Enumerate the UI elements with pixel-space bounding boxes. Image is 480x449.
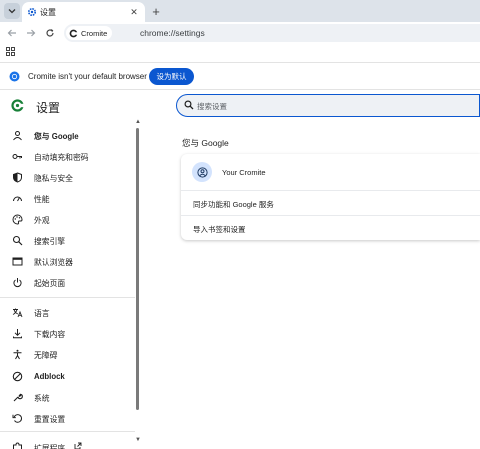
- reload-icon[interactable]: [42, 25, 58, 41]
- scroll-down-arrow-icon[interactable]: ▼: [134, 437, 142, 443]
- tab-strip: 设置 ✕ +: [0, 0, 480, 22]
- sidebar-item-label: 扩展程序: [34, 444, 66, 449]
- sidebar-item-on-startup[interactable]: 起始页面: [0, 272, 135, 293]
- tab-title: 设置: [40, 8, 56, 17]
- sidebar-item-label: 自动填充和密码: [34, 153, 89, 162]
- set-default-button[interactable]: 设为默认: [149, 68, 194, 85]
- address-bar[interactable]: Cromite chrome://settings: [64, 24, 480, 42]
- section-title: 您与 Google: [182, 138, 229, 148]
- gear-icon: [27, 7, 37, 17]
- url-text[interactable]: chrome://settings: [140, 28, 205, 38]
- sidebar-item-label: 起始页面: [34, 279, 66, 288]
- account-row[interactable]: Your Cromite: [181, 154, 480, 190]
- sidebar-item-search-engine[interactable]: 搜索引擎: [0, 230, 135, 251]
- sync-services-label: 同步功能和 Google 服务: [193, 200, 274, 209]
- sidebar-divider: [0, 431, 135, 432]
- sidebar-item-label: Adblock: [34, 372, 65, 381]
- sidebar-item-system[interactable]: 系统: [0, 387, 135, 408]
- cromite-logo-icon: [69, 29, 78, 38]
- download-icon: [12, 328, 23, 339]
- sidebar-item-label: 您与 Google: [34, 132, 79, 141]
- palette-icon: [12, 214, 23, 225]
- sidebar-item-label: 搜索引擎: [34, 237, 66, 246]
- new-tab-button[interactable]: +: [148, 3, 164, 19]
- sidebar-item-privacy[interactable]: 隐私与安全: [0, 167, 135, 188]
- wrench-icon: [12, 392, 23, 403]
- tab-settings[interactable]: 设置 ✕: [22, 2, 145, 22]
- arrow-left-icon[interactable]: [4, 25, 20, 41]
- site-info-chip[interactable]: Cromite: [66, 26, 113, 40]
- sidebar-item-label: 系统: [34, 394, 50, 403]
- sidebar-item-languages[interactable]: 语言: [0, 302, 135, 323]
- google-account-card: Your Cromite 同步功能和 Google 服务 导入书签和设置: [181, 154, 480, 240]
- browser-window-icon: [12, 256, 23, 267]
- sidebar-item-performance[interactable]: 性能: [0, 188, 135, 209]
- sidebar-item-label: 下载内容: [34, 330, 66, 339]
- sidebar-item-label: 重置设置: [34, 415, 66, 424]
- sidebar-item-label: 默认浏览器: [34, 258, 73, 267]
- sidebar-item-label: 语言: [34, 309, 50, 318]
- settings-logo-icon: [11, 99, 24, 112]
- sidebar-divider: [0, 297, 135, 298]
- scroll-up-arrow-icon[interactable]: ▲: [134, 119, 142, 125]
- sidebar-item-label: 无障碍: [34, 351, 58, 360]
- sidebar-scrollbar[interactable]: [136, 128, 139, 410]
- search-settings-field[interactable]: 搜索设置: [176, 94, 480, 117]
- default-browser-banner: Cromite isn't your default browser 设为默认: [0, 62, 480, 90]
- bookmarks-bar: [0, 44, 480, 60]
- search-icon: [184, 100, 194, 110]
- sidebar-item-adblock[interactable]: Adblock: [0, 366, 135, 387]
- power-icon: [12, 277, 23, 288]
- sidebar-item-appearance[interactable]: 外观: [0, 209, 135, 230]
- sidebar-item-accessibility[interactable]: 无障碍: [0, 344, 135, 365]
- site-chip-label: Cromite: [81, 28, 108, 38]
- person-icon: [196, 166, 208, 178]
- extension-icon: [12, 442, 23, 449]
- key-icon: [12, 151, 23, 162]
- external-link-icon: [74, 442, 82, 449]
- chevron-down-icon[interactable]: [4, 3, 20, 19]
- sidebar-item-autofill[interactable]: 自动填充和密码: [0, 146, 135, 167]
- search-input[interactable]: 搜索设置: [197, 101, 227, 112]
- speedometer-icon: [12, 193, 23, 204]
- person-icon: [12, 130, 23, 141]
- import-bookmarks-row[interactable]: 导入书签和设置: [181, 215, 480, 240]
- sidebar-item-label: 性能: [34, 195, 50, 204]
- sidebar-item-label: 外观: [34, 216, 50, 225]
- sidebar-item-default-browser[interactable]: 默认浏览器: [0, 251, 135, 272]
- banner-text: Cromite isn't your default browser: [28, 72, 147, 81]
- sidebar-item-extensions[interactable]: 扩展程序: [0, 437, 135, 449]
- avatar: [192, 162, 212, 182]
- import-bookmarks-label: 导入书签和设置: [193, 225, 246, 234]
- sidebar-item-label: 隐私与安全: [34, 174, 73, 183]
- toolbar: Cromite chrome://settings: [0, 22, 480, 44]
- block-icon: [12, 371, 23, 382]
- translate-icon: [12, 307, 23, 318]
- reset-icon: [12, 413, 23, 424]
- page-title: 设置: [36, 101, 61, 115]
- sync-services-row[interactable]: 同步功能和 Google 服务: [181, 190, 480, 215]
- arrow-right-icon[interactable]: [23, 25, 39, 41]
- sidebar-item-downloads[interactable]: 下载内容: [0, 323, 135, 344]
- apps-grid-icon[interactable]: [6, 47, 15, 56]
- close-icon[interactable]: ✕: [128, 6, 140, 18]
- chromium-logo-icon: [9, 71, 20, 82]
- accessibility-icon: [12, 349, 23, 360]
- sidebar-item-reset[interactable]: 重置设置: [0, 408, 135, 429]
- sidebar-item-you-and-google[interactable]: 您与 Google: [0, 125, 135, 146]
- shield-icon: [12, 172, 23, 183]
- account-name: Your Cromite: [222, 168, 266, 177]
- search-icon: [12, 235, 23, 246]
